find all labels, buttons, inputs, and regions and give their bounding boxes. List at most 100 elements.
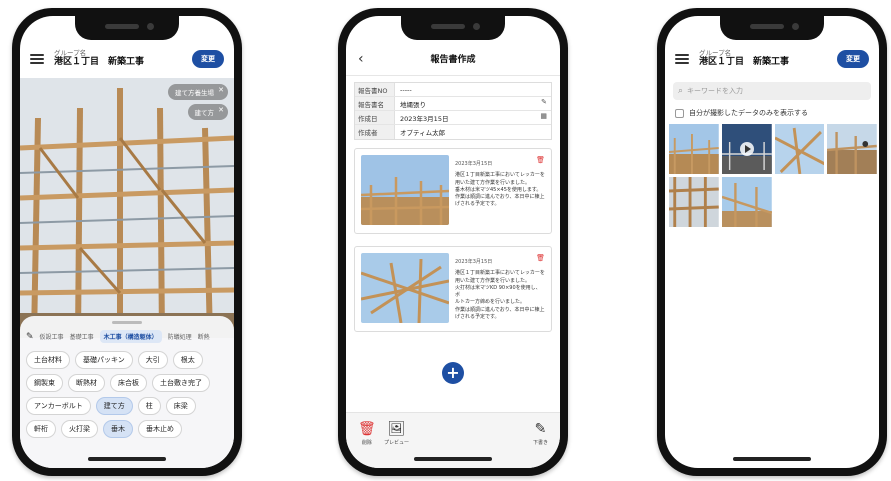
trash-icon[interactable]: 🗑 xyxy=(536,253,545,263)
app-header: グループ名 港区１丁目 新築工事 変更 xyxy=(20,42,234,76)
card-text: 🗑 2023年3月15日 港区１丁目新築工事においてレッカーを 用いた建て方作業… xyxy=(449,253,545,325)
preview-label: プレビュー xyxy=(384,440,410,446)
pencil-icon[interactable]: ✎ xyxy=(26,332,34,342)
home-indicator xyxy=(88,457,166,461)
video-thumbnail[interactable] xyxy=(721,124,772,174)
photo-tag-label: 建て方 xyxy=(194,109,215,117)
notch xyxy=(75,16,179,40)
tag-chip[interactable]: 軒桁 xyxy=(26,420,56,438)
back-arrow-icon[interactable]: ‹ xyxy=(358,51,364,67)
report-field-row[interactable]: 作成日 2023年3月15日 ▦ xyxy=(355,111,551,125)
category-tabs: ✎ 仮設工事 基礎工事 木工事（構造躯体） 防蟻処理 断熱 xyxy=(20,324,234,347)
field-value[interactable]: 地縄張り ✎ xyxy=(395,98,551,109)
group-name: 港区１丁目 新築工事 xyxy=(54,56,145,67)
tag-chip-selected[interactable]: 垂木 xyxy=(103,420,133,438)
add-photo-button[interactable]: + xyxy=(442,362,464,384)
report-photo-card[interactable]: 🗑 2023年3月15日 港区１丁目新築工事においてレッカーを 用いた建て方作業… xyxy=(354,148,552,234)
tag-chip[interactable]: 基礎パッキン xyxy=(75,351,133,369)
tab-category[interactable]: 木工事（構造躯体） xyxy=(99,330,162,343)
group-info: グループ名 港区１丁目 新築工事 xyxy=(699,50,837,67)
draft-button[interactable]: ✎ 下書き xyxy=(533,421,548,446)
tab-category[interactable]: 防蟻処理 xyxy=(168,332,192,341)
home-indicator xyxy=(733,457,811,461)
photo-thumbnail[interactable] xyxy=(669,124,719,174)
card-photo xyxy=(361,253,449,323)
menu-icon[interactable] xyxy=(675,54,689,64)
tag-chip[interactable]: 鋼製束 xyxy=(26,374,63,392)
card-date: 2023年3月15日 xyxy=(455,259,493,265)
author: オプティム太郎 xyxy=(400,129,446,137)
card-line: 港区１丁目新築工事においてレッカーを xyxy=(455,270,545,277)
report-field-row[interactable]: 報告書名 地縄張り ✎ xyxy=(355,97,551,111)
trash-icon[interactable]: 🗑 xyxy=(536,155,545,165)
delete-button[interactable]: 🗑 削除 xyxy=(358,421,376,446)
own-data-checkbox[interactable] xyxy=(675,108,684,118)
photo-tag-label: 建て方養生場 xyxy=(175,89,214,97)
photo-tag[interactable]: 建て方養生場 ✕ xyxy=(168,84,228,100)
card-line: 港区１丁目新築工事においてレッカーを xyxy=(455,172,545,179)
tag-chip[interactable]: 床合板 xyxy=(110,374,147,392)
photo-thumbnail[interactable] xyxy=(721,177,772,227)
trash-icon: 🗑 xyxy=(358,421,376,437)
tag-chip[interactable]: 土台敷き完了 xyxy=(152,374,210,392)
photo-thumbnail[interactable] xyxy=(827,124,877,174)
tag-chip[interactable]: 床梁 xyxy=(165,397,196,415)
home-indicator xyxy=(414,457,492,461)
tag-chip-selected[interactable]: 建て方 xyxy=(95,397,133,415)
card-text: 🗑 2023年3月15日 港区１丁目新築工事においてレッカーを 用いた建て方作業… xyxy=(449,155,545,227)
preview-button[interactable]: 🖼 プレビュー xyxy=(384,421,409,446)
photo-thumbnail[interactable] xyxy=(669,177,719,227)
photo-grid xyxy=(669,124,877,227)
phone-tagging: グループ名 港区１丁目 新築工事 変更 建て方養生場 ✕ 建て方 ✕ ✎ 仮設工… xyxy=(12,8,242,476)
tag-chip[interactable]: 柱 xyxy=(137,397,161,415)
own-data-filter[interactable]: 自分が撮影したデータのみを表示する xyxy=(675,108,871,118)
tag-chip[interactable]: 火打梁 xyxy=(61,420,98,438)
card-line: 垂木材は米マツ45×45を使用します。 xyxy=(455,186,542,193)
field-key: 報告書NO xyxy=(355,83,395,96)
phone-gallery: グループ名 港区１丁目 新築工事 変更 ⌕ キーワードを入力 自分が撮影したデー… xyxy=(657,8,887,476)
app-header: グループ名 港区１丁目 新築工事 変更 xyxy=(665,42,879,76)
photo-thumbnail[interactable] xyxy=(774,124,825,174)
menu-icon[interactable] xyxy=(30,54,44,64)
tag-selector-sheet: ✎ 仮設工事 基礎工事 木工事（構造躯体） 防蟻処理 断熱 土台材料 基礎パッキ… xyxy=(20,316,234,468)
tag-chip[interactable]: 大引 xyxy=(137,351,168,369)
photo-tag[interactable]: 建て方 ✕ xyxy=(187,104,228,120)
field-value: オプティム太郎 xyxy=(395,127,551,137)
tab-category[interactable]: 断熱 xyxy=(198,332,210,341)
card-date: 2023年3月15日 xyxy=(455,161,493,167)
report-photo-card[interactable]: 🗑 2023年3月15日 港区１丁目新築工事においてレッカーを 用いた建て方作業… xyxy=(354,246,552,332)
report-field-row: 報告書NO ----- xyxy=(355,83,551,97)
search-input[interactable]: ⌕ キーワードを入力 xyxy=(673,82,871,100)
change-group-button[interactable]: 変更 xyxy=(192,50,224,68)
own-data-label: 自分が撮影したデータのみを表示する xyxy=(689,109,808,117)
field-value[interactable]: 2023年3月15日 ▦ xyxy=(395,112,551,123)
tag-chip[interactable]: 根太 xyxy=(172,351,203,369)
tag-chip[interactable]: 土台材料 xyxy=(26,351,70,369)
card-photo xyxy=(361,155,449,225)
edit-icon: ✎ xyxy=(534,421,547,437)
field-value: ----- xyxy=(395,86,551,94)
tab-category[interactable]: 仮設工事 xyxy=(40,332,64,341)
tab-category[interactable]: 基礎工事 xyxy=(70,332,94,341)
tag-chip[interactable]: 垂木止め xyxy=(138,420,182,438)
tag-chip[interactable]: アンカーボルト xyxy=(26,397,91,415)
tag-chip[interactable]: 断熱材 xyxy=(68,374,105,392)
report-number: ----- xyxy=(400,85,412,94)
remove-tag-icon[interactable]: ✕ xyxy=(218,86,224,94)
created-date: 2023年3月15日 xyxy=(400,114,449,123)
change-group-button[interactable]: 変更 xyxy=(837,50,869,68)
report-name: 地縄張り xyxy=(400,100,426,109)
delete-label: 削除 xyxy=(361,440,372,446)
field-key: 報告書名 xyxy=(355,97,395,110)
remove-tag-icon[interactable]: ✕ xyxy=(218,106,224,114)
card-line: げされる予定です。 xyxy=(455,201,500,208)
app-showcase: グループ名 港区１丁目 新築工事 変更 建て方養生場 ✕ 建て方 ✕ ✎ 仮設工… xyxy=(0,0,891,481)
report-info-table: 報告書NO ----- 報告書名 地縄張り ✎ 作成日 2023年3月15日 ▦ 作… xyxy=(354,82,552,140)
calendar-icon[interactable]: ▦ xyxy=(540,112,547,120)
phone-report: ‹ 報告書作成 報告書NO ----- 報告書名 地縄張り ✎ 作成日 2023年… xyxy=(338,8,568,476)
tag-chips: 土台材料 基礎パッキン 大引 根太 鋼製束 断熱材 床合板 土台敷き完了 アンカ… xyxy=(20,347,234,442)
play-icon[interactable] xyxy=(739,142,754,156)
notch xyxy=(401,16,505,40)
field-key: 作成者 xyxy=(355,125,395,139)
pencil-icon[interactable]: ✎ xyxy=(541,98,547,106)
